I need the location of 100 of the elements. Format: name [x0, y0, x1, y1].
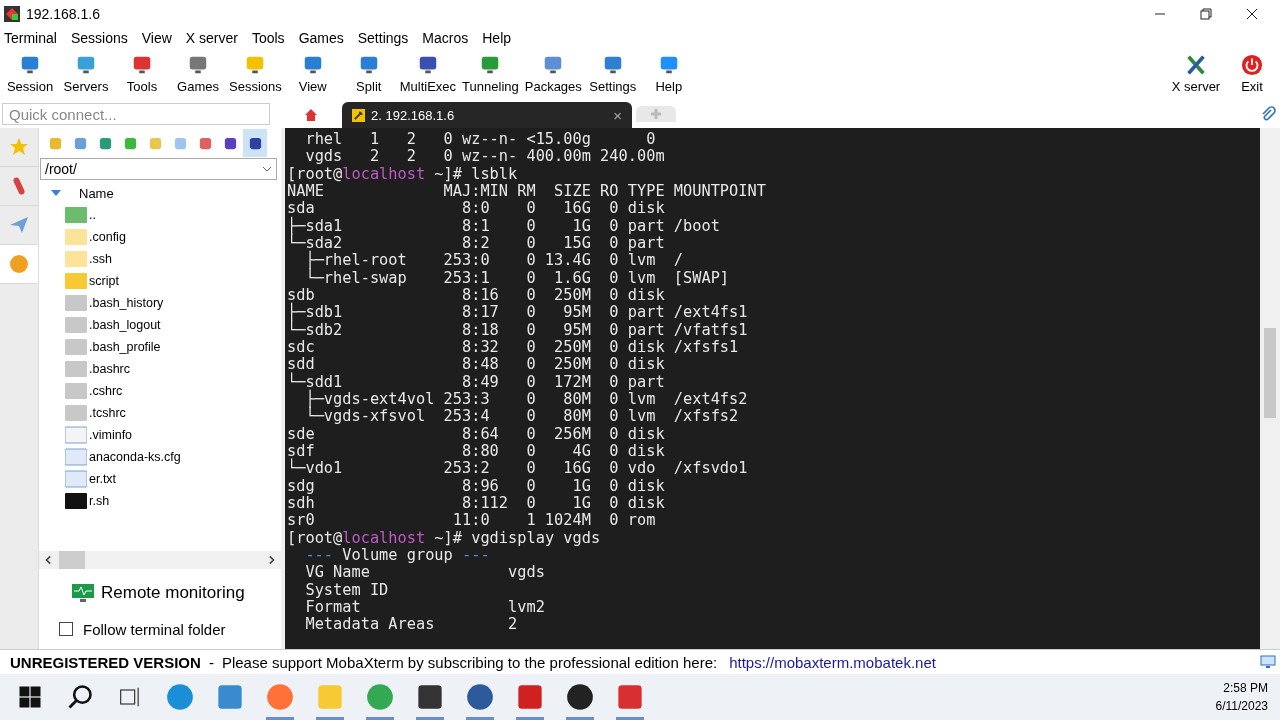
path-dropdown[interactable]: /root/ [40, 158, 277, 180]
file-icon [65, 316, 87, 334]
terminal-line: ├─vgds-ext4vol 253:3 0 80M 0 lvm /ext4fs2 [304, 390, 749, 408]
file-icon [65, 404, 87, 422]
terminal-line: Format lvm2 [304, 598, 546, 617]
toolbar-button[interactable]: MultiExec [396, 52, 460, 96]
app-icon [216, 683, 244, 711]
restore-icon[interactable] [1200, 8, 1212, 20]
tool-icon [172, 135, 188, 151]
menu-item[interactable]: X server [185, 30, 246, 46]
website-link[interactable]: https://mobaxterm.mobatek.net [729, 653, 936, 671]
session-tab[interactable]: 2. 192.168.1.6 × [342, 102, 632, 128]
sort-arrow-icon [51, 190, 61, 196]
file-name[interactable]: r.sh [89, 494, 110, 508]
terminal-line: VG Name vgds [304, 564, 546, 582]
monitor-icon [1260, 655, 1276, 669]
tool-icon [197, 135, 213, 151]
clock-date[interactable]: 6/11/2023 [1215, 699, 1268, 713]
terminal-line: ├─sda1 8:1 0 1G 0 part /boot [287, 217, 721, 235]
menu-item[interactable]: Settings [357, 30, 417, 46]
toolbar-button[interactable]: Help [640, 52, 697, 96]
menu-item[interactable]: Terminal [4, 30, 65, 46]
toolbar-button[interactable]: Session [2, 52, 58, 96]
file-icon [65, 338, 87, 356]
x-server-button[interactable]: X server [1168, 52, 1224, 96]
side-tab[interactable] [0, 245, 38, 284]
menu-item[interactable]: Tools [251, 30, 293, 46]
file-name[interactable]: .viminfo [89, 428, 133, 442]
tool-icon [247, 135, 263, 151]
close-icon[interactable] [1246, 8, 1258, 20]
clock-time[interactable]: 2:58 PM [1223, 681, 1268, 695]
toolbar-button[interactable]: Servers [58, 52, 114, 96]
remote-monitoring-button[interactable]: Remote monitoring [101, 583, 245, 603]
file-name[interactable]: anaconda-ks.cfg [89, 450, 181, 464]
section-heading: --- Volume group --- [305, 546, 490, 565]
file-name[interactable]: .config [89, 230, 126, 244]
terminal-line: Metadata Areas 2 [304, 616, 519, 634]
file-name[interactable]: er.txt [89, 472, 117, 486]
paperclip-icon[interactable] [1260, 106, 1276, 122]
scrollbar-thumb[interactable] [59, 551, 85, 569]
file-name[interactable]: script [89, 274, 119, 288]
toolbar-button[interactable]: Split [340, 52, 397, 96]
menu-item[interactable]: Games [298, 30, 352, 46]
checkbox[interactable] [59, 622, 73, 636]
file-name[interactable]: .ssh [89, 252, 112, 266]
terminal-line: sdh 8:112 0 1G 0 disk [287, 494, 666, 513]
window-title: 192.168.1.6 [26, 6, 100, 22]
globe-icon [9, 254, 29, 274]
tab-label: 2. 192.168.1.6 [371, 107, 455, 123]
star-icon [9, 137, 29, 157]
terminal-line: NAME MAJ:MIN RM SIZE RO TYPE MOUNTPOINT [287, 183, 767, 201]
tool-icon [47, 135, 63, 151]
file-icon [65, 426, 87, 444]
exit-button[interactable]: Exit [1224, 52, 1280, 96]
folder-icon [65, 272, 87, 290]
x-icon [1185, 54, 1207, 76]
toolbar-button[interactable]: Tunneling [459, 52, 522, 96]
monitor-icon [71, 583, 95, 603]
toolbar-icon [75, 54, 97, 76]
app-icon [616, 683, 644, 711]
app-icon [566, 683, 594, 711]
toolbar-button[interactable]: Games [170, 52, 226, 96]
app-icon [366, 683, 394, 711]
quick-connect-field[interactable]: Quick connect... [2, 103, 270, 125]
separator: - [208, 653, 214, 671]
file-name[interactable]: .tcshrc [89, 406, 126, 420]
toolbar-button[interactable]: Packages [521, 52, 585, 96]
file-name[interactable]: .bashrc [89, 362, 130, 376]
folder-icon [65, 250, 87, 268]
toolbar-icon [187, 54, 209, 76]
tool-icon [72, 135, 88, 151]
toolbar-button[interactable]: Sessions [226, 52, 285, 96]
file-tool-button[interactable] [243, 129, 267, 157]
terminal-line: sdc 8:32 0 250M 0 disk /xfsfs1 [287, 338, 740, 357]
file-icon [65, 294, 87, 312]
tool-icon [222, 135, 238, 151]
chevron-down-icon[interactable] [262, 166, 272, 172]
terminal-line: sde 8:64 0 256M 0 disk [287, 425, 666, 443]
power-icon [1241, 54, 1263, 76]
toolbar-button[interactable]: Tools [114, 52, 170, 96]
tool-icon [97, 135, 113, 151]
terminal-line: sr0 11:0 1 1024M 0 rom [287, 512, 657, 530]
file-name[interactable]: .bash_history [89, 296, 164, 310]
house-icon [303, 107, 319, 123]
toolbar-button[interactable]: Settings [584, 52, 641, 96]
scrollbar-thumb[interactable] [1264, 328, 1276, 418]
file-name[interactable]: .. [89, 208, 96, 222]
file-icon [65, 382, 87, 400]
menu-item[interactable]: Macros [422, 30, 477, 46]
toolbar-button[interactable]: View [284, 52, 341, 96]
menu-item[interactable]: Help [482, 30, 520, 46]
file-name[interactable]: .cshrc [89, 384, 123, 398]
toolbar-icon [19, 54, 41, 76]
search-icon[interactable] [66, 683, 94, 711]
column-header[interactable]: Name [79, 185, 114, 201]
menu-item[interactable]: Sessions [70, 30, 136, 46]
file-name[interactable]: .bash_profile [89, 340, 161, 354]
menu-item[interactable]: View [141, 30, 180, 46]
file-name[interactable]: .bash_logout [89, 318, 161, 332]
tab-close-button[interactable]: × [613, 106, 622, 124]
